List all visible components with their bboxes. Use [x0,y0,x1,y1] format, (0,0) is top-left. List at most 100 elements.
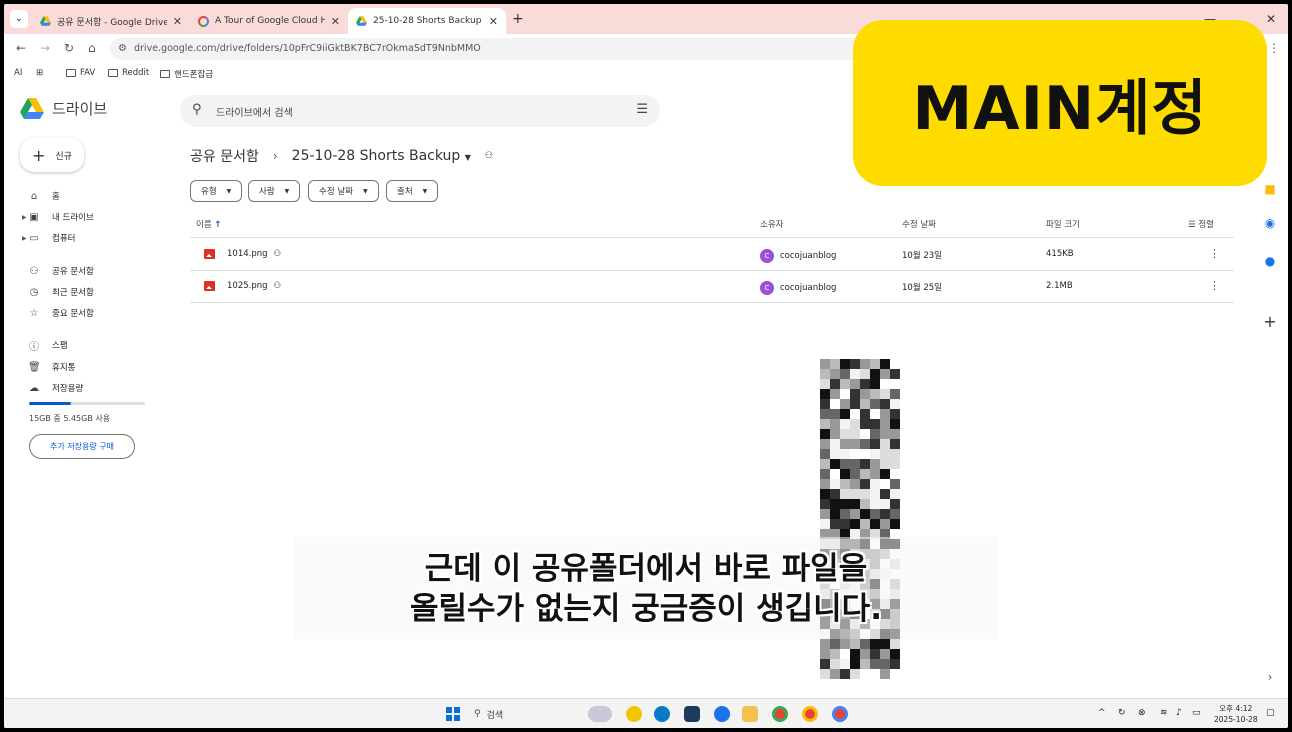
buy-storage-button[interactable]: 추가 저장용량 구매 [29,434,135,459]
breadcrumb-current[interactable]: 25-10-28 Shorts Backup ▼ [292,148,471,164]
volume-icon[interactable]: ♪ [1176,708,1182,718]
filter-source[interactable]: 출처 ▼ [386,180,439,202]
tab-shared-drive[interactable]: 공유 문서함 - Google Drive ✕ [32,8,190,34]
mosaic-cell [850,449,860,459]
mosaic-cell [850,409,860,419]
keep-icon[interactable]: ■ [1260,182,1280,196]
tab-google-cloud[interactable]: A Tour of Google Cloud Hands ✕ [190,8,348,34]
bookmark-ai[interactable]: AI [14,68,22,78]
breadcrumb-parent[interactable]: 공유 문서함 [190,146,259,166]
tab-title: A Tour of Google Cloud Hands [215,16,325,26]
chrome-icon[interactable] [772,706,788,722]
expand-caret-icon[interactable]: ▶ [22,214,27,221]
mosaic-cell [860,439,870,449]
table-row[interactable]: 1014.png ⚇ Ccocojuanblog 10월 23일 415KB ⋮ [190,239,1234,271]
app-icon[interactable] [714,706,730,722]
mosaic-cell [870,659,880,669]
mosaic-cell [890,479,900,489]
nav-starred[interactable]: ☆ 중요 문서함 [28,303,168,323]
url-text: drive.google.com/drive/folders/10pFrC9ii… [134,43,481,54]
site-info-icon[interactable]: ⚙ [118,38,127,60]
sync-icon[interactable]: ↻ [1118,708,1126,718]
table-row[interactable]: 1025.png ⚇ Ccocojuanblog 10월 25일 2.1MB ⋮ [190,271,1234,303]
nav-computers[interactable]: ▶ ▭ 컴퓨터 [22,228,168,248]
tray-app-icon[interactable]: ⊗ [1138,708,1146,718]
nav-spam[interactable]: ⓘ 스팸 [28,335,168,355]
chrome-profile-2-icon[interactable] [832,706,848,722]
close-tab-icon[interactable]: ✕ [489,15,498,28]
bookmark-reddit[interactable]: Reddit [108,68,149,78]
drive-logo[interactable]: 드라이브 [20,98,107,119]
wifi-icon[interactable]: ≋ [1160,708,1168,718]
close-tab-icon[interactable]: ✕ [331,15,340,28]
apps-grid-icon[interactable]: ⊞ [36,68,43,78]
column-modified[interactable]: 수정 날짜 [902,218,936,230]
windows-taskbar: ⚲ 검색 ^ ↻ ⊗ ≋ ♪ ▭ 오후 4:12 2025-10-28 ▢ [4,698,1288,728]
nav-my-drive[interactable]: ▶ ▣ 내 드라이브 [22,207,168,227]
notifications-icon[interactable]: ▢ [1266,708,1275,718]
mosaic-cell [850,389,860,399]
nav-trash[interactable]: 🗑 휴지통 [28,357,168,377]
mosaic-cell [880,489,890,499]
taskbar-clock[interactable]: 오후 4:12 2025-10-28 [1214,703,1258,725]
search-icon: ⚲ [474,709,481,719]
column-owner[interactable]: 소유자 [760,218,783,230]
mosaic-cell [880,369,890,379]
mosaic-cell [890,369,900,379]
column-name[interactable]: 이름 ↑ [196,218,221,230]
mosaic-cell [850,419,860,429]
nav-recent[interactable]: ◷ 최근 문서함 [28,282,168,302]
filter-type[interactable]: 유형 ▼ [190,180,243,202]
column-size[interactable]: 파일 크기 [1046,218,1080,230]
plus-icon: + [32,145,46,165]
drive-search-input[interactable]: ⚲ 드라이브에서 검색 ☰ [180,95,660,127]
mosaic-cell [840,419,850,429]
sort-arrow-up-icon[interactable]: ↑ [214,220,221,230]
collapse-panel-icon[interactable]: › [1260,670,1280,684]
search-options-icon[interactable]: ☰ [636,102,648,117]
windows-start-icon[interactable] [446,707,460,721]
taskbar-search[interactable]: ⚲ 검색 [474,705,594,723]
browser-menu-icon[interactable]: ⋮ [1268,41,1280,55]
mosaic-cell [820,369,830,379]
reload-icon[interactable]: ↻ [64,41,74,55]
mosaic-cell [880,509,890,519]
mosaic-cell [850,499,860,509]
contacts-icon[interactable]: ● [1260,254,1280,268]
mosaic-cell [840,649,850,659]
store-icon[interactable] [684,706,700,722]
forward-icon[interactable]: → [40,41,50,55]
close-tab-icon[interactable]: ✕ [173,15,182,28]
nav-storage[interactable]: ☁ 저장용량 [28,378,168,398]
expand-caret-icon[interactable]: ▶ [22,235,27,242]
mosaic-cell [870,419,880,429]
filter-people[interactable]: 사람 ▼ [248,180,301,202]
battery-icon[interactable]: ▭ [1192,708,1201,718]
edge-icon[interactable] [654,706,670,722]
sort-button[interactable]: ☰ 정렬 [1188,218,1214,230]
more-actions-icon[interactable]: ⋮ [1209,247,1220,260]
tab-shorts-backup[interactable]: 25-10-28 Shorts Backup - Goo ✕ [348,8,506,34]
back-icon[interactable]: ← [16,41,26,55]
new-tab-icon[interactable]: + [512,11,524,27]
media-player-icon[interactable] [626,706,642,722]
file-explorer-icon[interactable] [742,706,758,722]
filter-modified[interactable]: 수정 날짜 ▼ [308,180,379,202]
home-icon[interactable]: ⌂ [88,41,96,55]
mosaic-cell [850,359,860,369]
widget-icon[interactable] [588,706,612,722]
more-actions-icon[interactable]: ⋮ [1209,279,1220,292]
mosaic-cell [850,429,860,439]
new-button[interactable]: + 신규 [20,138,84,172]
tray-overflow-icon[interactable]: ^ [1098,708,1106,718]
tasks-icon[interactable]: ◉ [1260,216,1280,230]
nav-shared-with-me[interactable]: ⚇ 공유 문서함 [28,261,168,281]
chrome-profile-icon[interactable] [802,706,818,722]
add-addon-icon[interactable]: + [1260,312,1280,331]
close-window-icon[interactable]: ✕ [1266,12,1276,26]
tab-search-button[interactable]: ⌄ [10,10,28,28]
nav-home[interactable]: ⌂ 홈 [28,186,168,206]
bookmark-phone[interactable]: 핸드폰잡급 [160,68,213,80]
mosaic-cell [820,649,830,659]
bookmark-fav[interactable]: FAV [66,68,95,78]
